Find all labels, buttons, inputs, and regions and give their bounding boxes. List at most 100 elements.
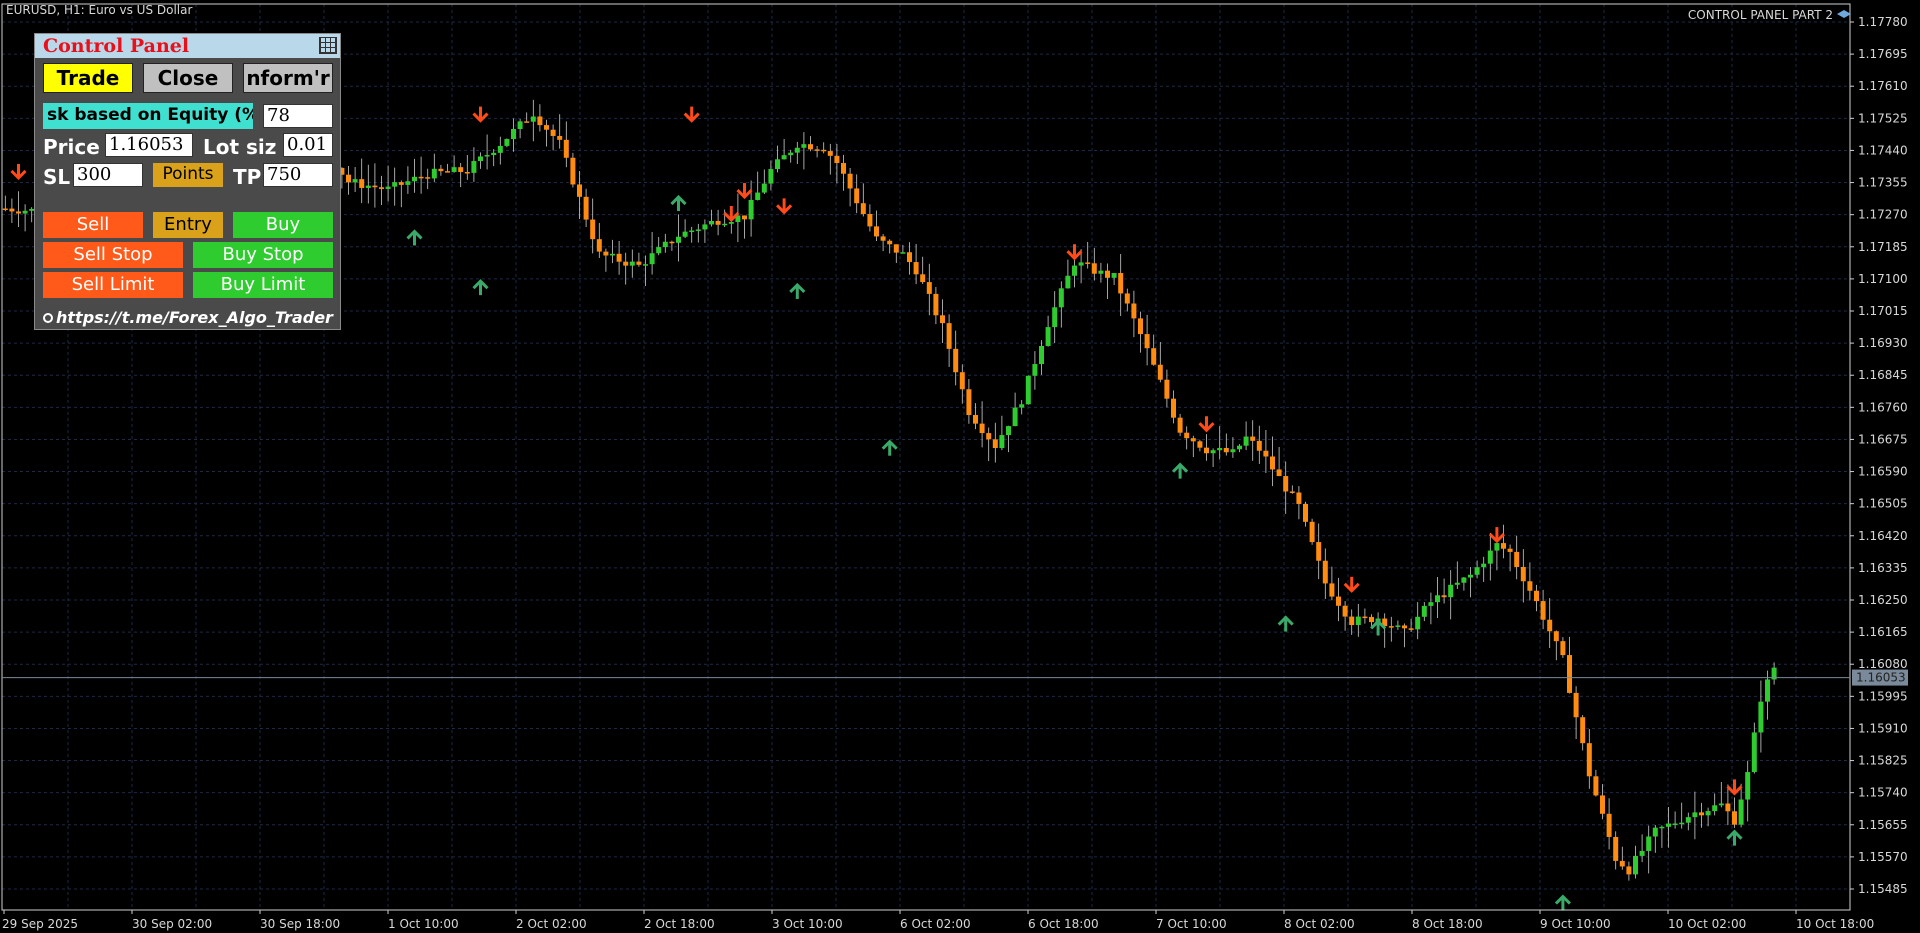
sl-field[interactable]: 300 bbox=[73, 163, 143, 187]
candle-body bbox=[1751, 732, 1757, 773]
x-tick-label: 3 Oct 10:00 bbox=[772, 917, 843, 931]
candle-body bbox=[940, 315, 945, 324]
candle-body bbox=[1553, 631, 1559, 642]
candle-body bbox=[1441, 595, 1447, 598]
candle-body bbox=[478, 156, 483, 162]
candle-body bbox=[1626, 866, 1632, 875]
sl-label: SL bbox=[43, 165, 71, 189]
candle-body bbox=[999, 435, 1005, 449]
candle-body bbox=[557, 135, 563, 140]
candle-body bbox=[1738, 799, 1744, 825]
points-toggle-button[interactable]: Points bbox=[153, 163, 223, 187]
candle-body bbox=[1138, 318, 1143, 335]
candle-body bbox=[1006, 426, 1011, 436]
candle-body bbox=[1289, 491, 1295, 493]
price-label: Price bbox=[43, 135, 100, 159]
candle-body bbox=[801, 144, 807, 148]
candle-body bbox=[933, 293, 939, 316]
candle-body bbox=[821, 149, 827, 152]
candle-body bbox=[1151, 348, 1157, 365]
candle-body bbox=[656, 247, 662, 254]
candle-body bbox=[1131, 303, 1137, 319]
candle-body bbox=[379, 187, 384, 189]
candle-body bbox=[1105, 270, 1110, 278]
tp-field[interactable]: 750 bbox=[263, 163, 333, 187]
up-arrow-icon bbox=[670, 194, 687, 212]
y-tick-label: 1.17525 bbox=[1858, 111, 1908, 125]
y-tick-label: 1.17185 bbox=[1858, 240, 1908, 254]
candle-body bbox=[880, 236, 886, 241]
candle-body bbox=[570, 157, 576, 185]
candle-body bbox=[9, 208, 15, 212]
candle-body bbox=[834, 155, 840, 164]
candle-body bbox=[1732, 811, 1737, 825]
tab-trade[interactable]: Trade bbox=[43, 63, 133, 93]
candle-body bbox=[788, 152, 794, 156]
candle-body bbox=[1336, 596, 1341, 606]
candle-body bbox=[1725, 803, 1731, 812]
up-arrow-icon bbox=[1172, 462, 1189, 479]
candle-body bbox=[1091, 263, 1097, 274]
up-arrow-icon bbox=[881, 439, 898, 456]
risk-percent-field[interactable]: 78 bbox=[263, 104, 333, 128]
candle-body bbox=[1586, 743, 1592, 777]
tab-close[interactable]: Close bbox=[143, 63, 233, 93]
up-arrow-icon bbox=[406, 229, 423, 246]
candle-body bbox=[458, 167, 464, 172]
candle-body bbox=[907, 252, 912, 263]
candle-body bbox=[1019, 404, 1025, 408]
sell-limit-button[interactable]: Sell Limit bbox=[43, 272, 183, 298]
candle-body bbox=[1012, 407, 1018, 427]
buy-limit-button[interactable]: Buy Limit bbox=[193, 272, 333, 298]
y-tick-label: 1.16420 bbox=[1858, 529, 1908, 543]
entry-button[interactable]: Entry bbox=[153, 212, 223, 238]
grid-icon[interactable] bbox=[319, 37, 337, 54]
candle-body bbox=[445, 171, 450, 173]
candle-body bbox=[953, 348, 959, 373]
candle-body bbox=[471, 161, 477, 173]
candle-body bbox=[563, 139, 569, 158]
candle-body bbox=[484, 155, 490, 157]
y-tick-label: 1.16590 bbox=[1858, 465, 1908, 479]
y-tick-label: 1.17355 bbox=[1858, 176, 1908, 190]
buy-button[interactable]: Buy bbox=[233, 212, 333, 238]
candle-body bbox=[491, 152, 497, 156]
candle-body bbox=[610, 253, 615, 256]
price-field[interactable]: 1.16053 bbox=[105, 133, 193, 157]
candle-body bbox=[1468, 574, 1473, 578]
candle-body bbox=[1052, 307, 1058, 328]
candle-body bbox=[425, 177, 431, 179]
y-tick-label: 1.16845 bbox=[1858, 368, 1908, 382]
y-tick-label: 1.16675 bbox=[1858, 432, 1908, 446]
candle-body bbox=[1520, 566, 1526, 582]
candle-body bbox=[524, 121, 530, 123]
up-arrow-icon bbox=[472, 279, 489, 296]
candle-body bbox=[530, 116, 536, 122]
x-tick-label: 2 Oct 18:00 bbox=[644, 917, 715, 931]
candle-body bbox=[1250, 436, 1256, 441]
candle-body bbox=[1613, 836, 1619, 861]
lot-size-field[interactable]: 0.01 bbox=[283, 133, 333, 157]
candle-body bbox=[392, 182, 398, 187]
chart-symbol-title: EURUSD, H1: Euro vs US Dollar bbox=[6, 3, 193, 17]
tab-information[interactable]: nform'r bbox=[243, 63, 333, 93]
candle-body bbox=[959, 372, 965, 390]
buy-stop-button[interactable]: Buy Stop bbox=[193, 242, 333, 268]
candle-body bbox=[2, 208, 8, 211]
candle-body bbox=[1718, 803, 1724, 806]
candle-body bbox=[1705, 811, 1711, 816]
candle-body bbox=[464, 171, 470, 174]
sell-button[interactable]: Sell bbox=[43, 212, 143, 238]
telegram-link-text[interactable]: https://t.me/Forex_Algo_Trader bbox=[56, 308, 333, 327]
candle-body bbox=[1633, 855, 1638, 875]
candle-body bbox=[1679, 822, 1685, 825]
y-tick-label: 1.16930 bbox=[1858, 336, 1908, 350]
control-panel-header[interactable]: Control Panel bbox=[35, 34, 340, 58]
candle-body bbox=[682, 231, 688, 237]
candle-body bbox=[1593, 776, 1599, 796]
telegram-link[interactable]: https://t.me/Forex_Algo_Trader bbox=[43, 308, 333, 327]
candle-body bbox=[16, 211, 21, 214]
x-tick-label: 2 Oct 02:00 bbox=[516, 917, 587, 931]
sell-stop-button[interactable]: Sell Stop bbox=[43, 242, 183, 268]
candle-body bbox=[887, 240, 893, 245]
